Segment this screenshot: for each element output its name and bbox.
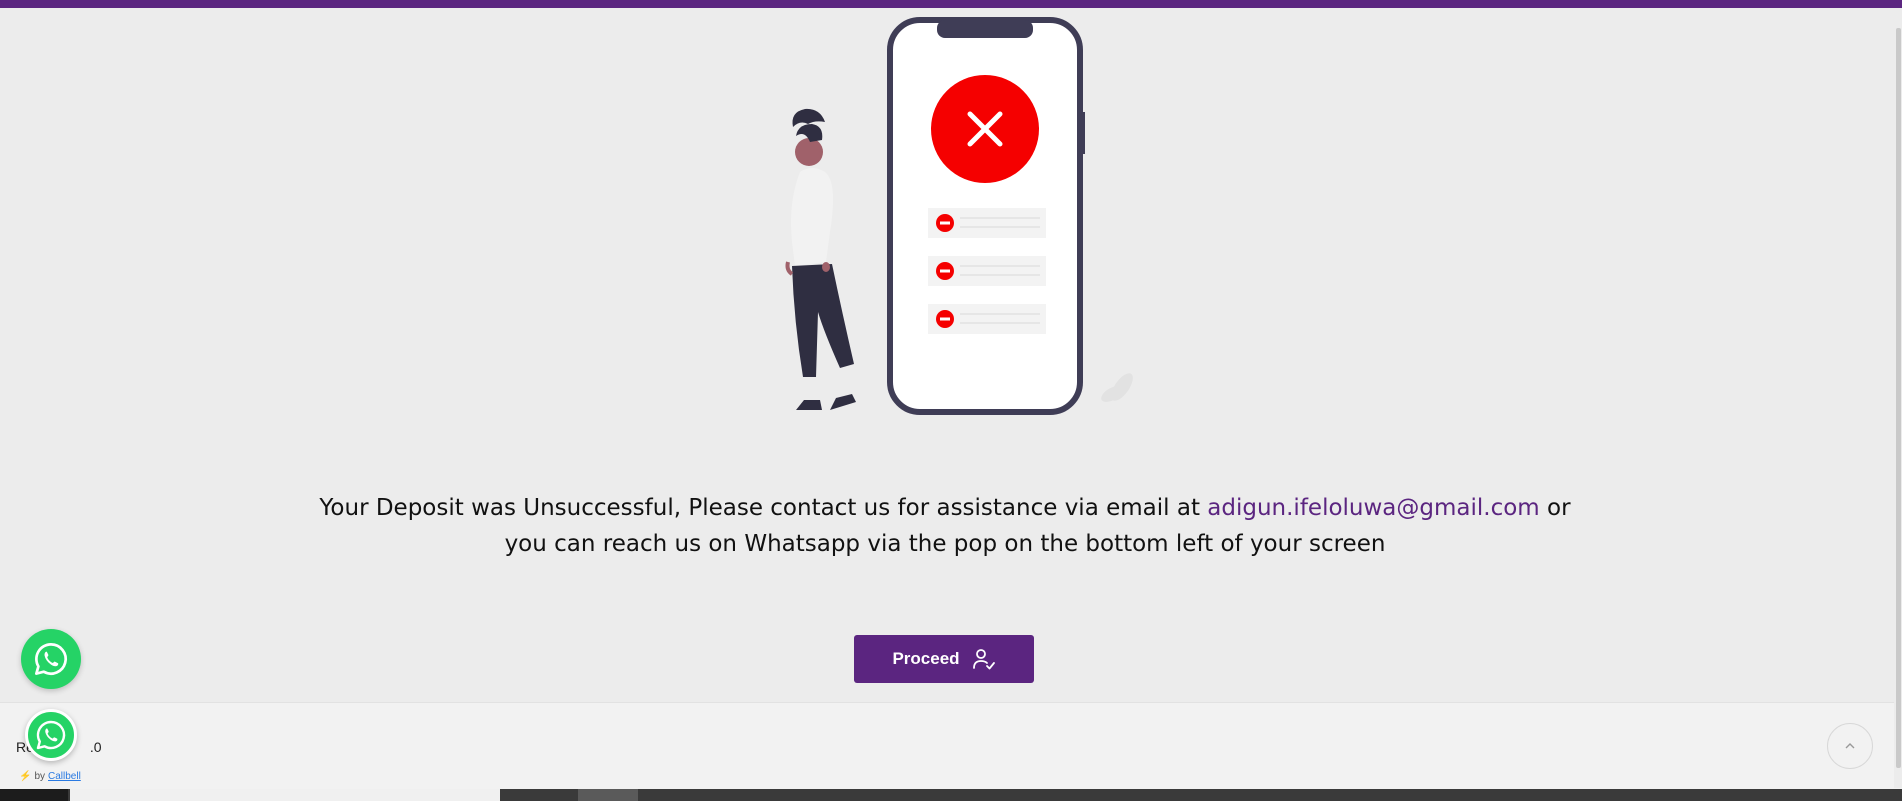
taskbar-start[interactable] bbox=[0, 789, 68, 801]
chevron-up-icon bbox=[1845, 743, 1855, 749]
error-list-item bbox=[928, 304, 1046, 334]
whatsapp-icon bbox=[36, 720, 66, 750]
page-footer bbox=[0, 702, 1902, 789]
user-check-icon bbox=[972, 649, 995, 670]
scroll-to-top-button[interactable] bbox=[1827, 723, 1873, 769]
plant-decoration bbox=[1101, 373, 1133, 402]
phone bbox=[887, 17, 1085, 415]
lightning-icon: ⚡ bbox=[19, 771, 32, 782]
powered-by-text: by bbox=[34, 771, 46, 782]
message-text-start: Your Deposit was Unsuccessful, Please co… bbox=[319, 495, 1208, 521]
error-list bbox=[928, 208, 1046, 334]
whatsapp-icon bbox=[35, 643, 67, 675]
error-list-item bbox=[928, 256, 1046, 286]
error-list-item bbox=[928, 208, 1046, 238]
callbell-link[interactable]: Callbell bbox=[48, 771, 81, 782]
page-scrollbar[interactable] bbox=[1894, 8, 1902, 788]
proceed-button[interactable]: Proceed bbox=[854, 635, 1034, 683]
taskbar-app[interactable] bbox=[70, 789, 500, 801]
top-accent-bar bbox=[0, 0, 1902, 8]
proceed-button-label: Proceed bbox=[892, 649, 960, 668]
support-email-link[interactable]: adigun.ifeloluwa@gmail.com bbox=[1207, 495, 1539, 521]
deposit-failed-illustration bbox=[785, 17, 1133, 415]
whatsapp-widget-button[interactable] bbox=[25, 709, 77, 761]
deposit-failed-message: Your Deposit was Unsuccessful, Please co… bbox=[300, 490, 1590, 562]
taskbar-app[interactable] bbox=[578, 789, 638, 801]
os-taskbar bbox=[0, 789, 1902, 801]
whatsapp-chat-button[interactable] bbox=[21, 629, 81, 689]
person-figure bbox=[785, 108, 856, 410]
powered-by-callbell: ⚡ by Callbell bbox=[19, 771, 81, 782]
